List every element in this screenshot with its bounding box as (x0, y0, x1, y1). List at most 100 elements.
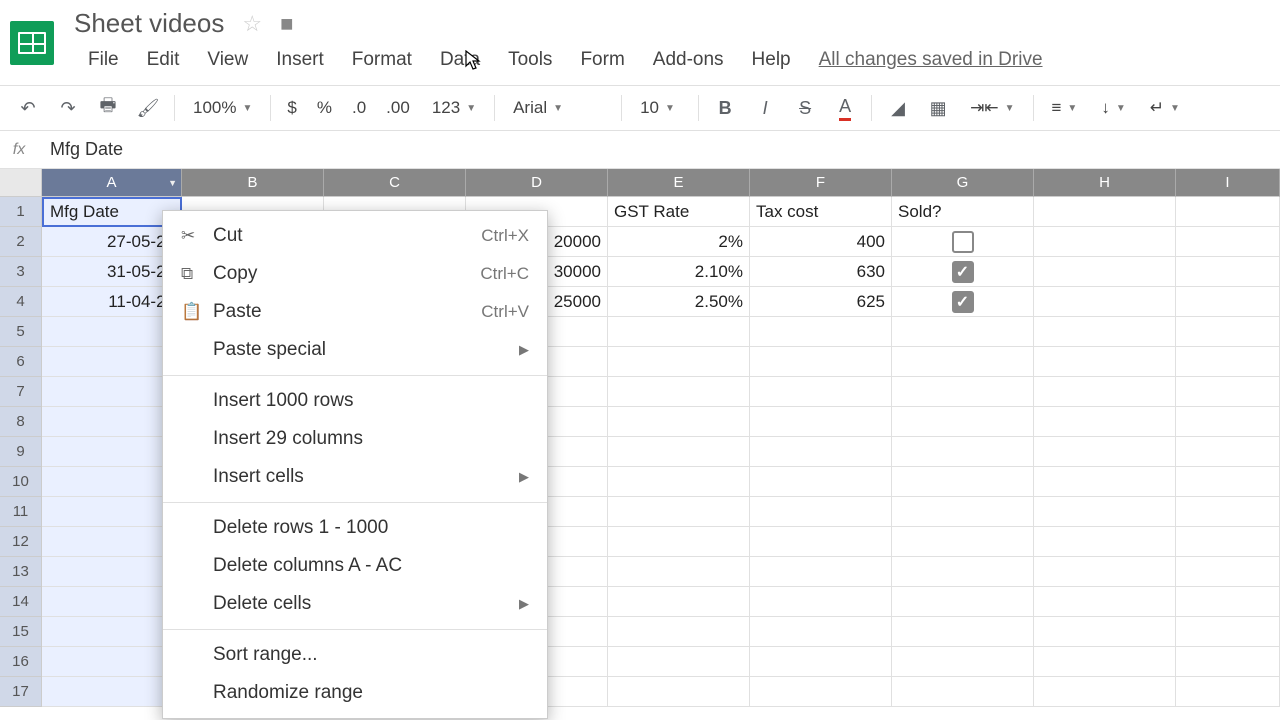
menu-data[interactable]: Data (426, 43, 494, 77)
ctx-insert-rows[interactable]: Insert 1000 rows (163, 382, 547, 420)
col-header-F[interactable]: F (750, 169, 892, 197)
menu-view[interactable]: View (193, 43, 262, 77)
formula-value[interactable]: Mfg Date (38, 139, 123, 160)
cell-F3[interactable]: 630 (750, 257, 892, 287)
row-header-5[interactable]: 5 (0, 317, 42, 347)
row-header-13[interactable]: 13 (0, 557, 42, 587)
row-header-3[interactable]: 3 (0, 257, 42, 287)
decrease-decimal-button[interactable]: .0 (344, 98, 374, 118)
row-header-4[interactable]: 4 (0, 287, 42, 317)
col-header-I[interactable]: I (1176, 169, 1280, 197)
row-header-10[interactable]: 10 (0, 467, 42, 497)
col-header-G[interactable]: G (892, 169, 1034, 197)
menu-help[interactable]: Help (738, 43, 805, 77)
currency-format-button[interactable]: $ (279, 98, 304, 118)
strikethrough-button[interactable]: S (787, 90, 823, 126)
redo-button[interactable]: ↷ (50, 90, 86, 126)
cell-A2[interactable]: 27-05-20 (42, 227, 182, 257)
row-header-7[interactable]: 7 (0, 377, 42, 407)
ctx-delete-cols[interactable]: Delete columns A - AC (163, 547, 547, 585)
ctx-sort-range[interactable]: Sort range... (163, 636, 547, 674)
italic-button[interactable]: I (747, 90, 783, 126)
cell-F1[interactable]: Tax cost (750, 197, 892, 227)
row-header-12[interactable]: 12 (0, 527, 42, 557)
row-header-14[interactable]: 14 (0, 587, 42, 617)
menu-edit[interactable]: Edit (133, 43, 194, 77)
cell-E1[interactable]: GST Rate (608, 197, 750, 227)
print-button[interactable]: 🖶 (90, 90, 126, 126)
menu-format[interactable]: Format (338, 43, 426, 77)
ctx-insert-cells[interactable]: Insert cells▶ (163, 458, 547, 496)
wrap-dropdown[interactable]: ↵▼ (1140, 98, 1190, 118)
ctx-paste[interactable]: 📋PasteCtrl+V (163, 293, 547, 331)
percent-format-button[interactable]: % (309, 98, 340, 118)
cell-G4[interactable] (892, 287, 1034, 317)
sheets-logo[interactable] (10, 21, 54, 65)
menu-insert[interactable]: Insert (262, 43, 338, 77)
column-dropdown-icon[interactable]: ▼ (168, 178, 177, 188)
ctx-delete-cells[interactable]: Delete cells▶ (163, 585, 547, 623)
cell-G3[interactable] (892, 257, 1034, 287)
more-formats-dropdown[interactable]: 123▼ (422, 98, 486, 118)
cell-E3[interactable]: 2.10% (608, 257, 750, 287)
increase-decimal-button[interactable]: .00 (378, 98, 418, 118)
checkbox-checked[interactable] (952, 291, 974, 313)
cell-A3[interactable]: 31-05-20 (42, 257, 182, 287)
folder-icon[interactable]: ■ (280, 11, 293, 37)
ctx-randomize[interactable]: Randomize range (163, 674, 547, 712)
ctx-paste-special[interactable]: Paste special▶ (163, 331, 547, 369)
undo-button[interactable]: ↶ (10, 90, 46, 126)
star-icon[interactable]: ☆ (242, 11, 262, 37)
cell-A4[interactable]: 11-04-20 (42, 287, 182, 317)
col-header-C[interactable]: C (324, 169, 466, 197)
checkbox-checked[interactable] (952, 261, 974, 283)
bold-button[interactable]: B (707, 90, 743, 126)
valign-dropdown[interactable]: ↓▼ (1091, 98, 1135, 118)
menu-form[interactable]: Form (566, 43, 638, 77)
cell-E2[interactable]: 2% (608, 227, 750, 257)
row-header-11[interactable]: 11 (0, 497, 42, 527)
cell-I1[interactable] (1176, 197, 1280, 227)
font-dropdown[interactable]: Arial▼ (503, 98, 613, 118)
cell-F2[interactable]: 400 (750, 227, 892, 257)
cell-G1[interactable]: Sold? (892, 197, 1034, 227)
row-header-1[interactable]: 1 (0, 197, 42, 227)
cell-F4[interactable]: 625 (750, 287, 892, 317)
row-header-16[interactable]: 16 (0, 647, 42, 677)
row-header-15[interactable]: 15 (0, 617, 42, 647)
zoom-dropdown[interactable]: 100%▼ (183, 98, 262, 118)
col-header-B[interactable]: B (182, 169, 324, 197)
paint-format-button[interactable]: 🖌 (130, 90, 166, 126)
doc-title[interactable]: Sheet videos (74, 8, 224, 39)
col-header-H[interactable]: H (1034, 169, 1176, 197)
menu-tools[interactable]: Tools (494, 43, 566, 77)
context-menu: ✂CutCtrl+X ⧉CopyCtrl+C 📋PasteCtrl+V Past… (162, 210, 548, 719)
row-header-9[interactable]: 9 (0, 437, 42, 467)
paste-icon: 📋 (181, 302, 213, 322)
text-color-button[interactable]: A (827, 90, 863, 126)
cell-A1[interactable]: Mfg Date (42, 197, 182, 227)
cell-H1[interactable] (1034, 197, 1176, 227)
col-header-E[interactable]: E (608, 169, 750, 197)
row-header-2[interactable]: 2 (0, 227, 42, 257)
col-header-A[interactable]: A▼ (42, 169, 182, 197)
menu-addons[interactable]: Add-ons (639, 43, 738, 77)
cell-E4[interactable]: 2.50% (608, 287, 750, 317)
borders-button[interactable]: ▦ (920, 90, 956, 126)
row-header-6[interactable]: 6 (0, 347, 42, 377)
ctx-delete-rows[interactable]: Delete rows 1 - 1000 (163, 509, 547, 547)
row-header-17[interactable]: 17 (0, 677, 42, 707)
ctx-insert-cols[interactable]: Insert 29 columns (163, 420, 547, 458)
cell-G2[interactable] (892, 227, 1034, 257)
ctx-cut[interactable]: ✂CutCtrl+X (163, 217, 547, 255)
checkbox-unchecked[interactable] (952, 231, 974, 253)
merge-dropdown[interactable]: ⇥⇤▼ (960, 98, 1024, 118)
ctx-copy[interactable]: ⧉CopyCtrl+C (163, 255, 547, 293)
select-all-corner[interactable] (0, 169, 42, 197)
fill-color-button[interactable]: ◢ (880, 90, 916, 126)
menu-file[interactable]: File (74, 43, 133, 77)
col-header-D[interactable]: D (466, 169, 608, 197)
row-header-8[interactable]: 8 (0, 407, 42, 437)
font-size-dropdown[interactable]: 10▼ (630, 98, 690, 118)
halign-dropdown[interactable]: ≡▼ (1042, 98, 1088, 118)
